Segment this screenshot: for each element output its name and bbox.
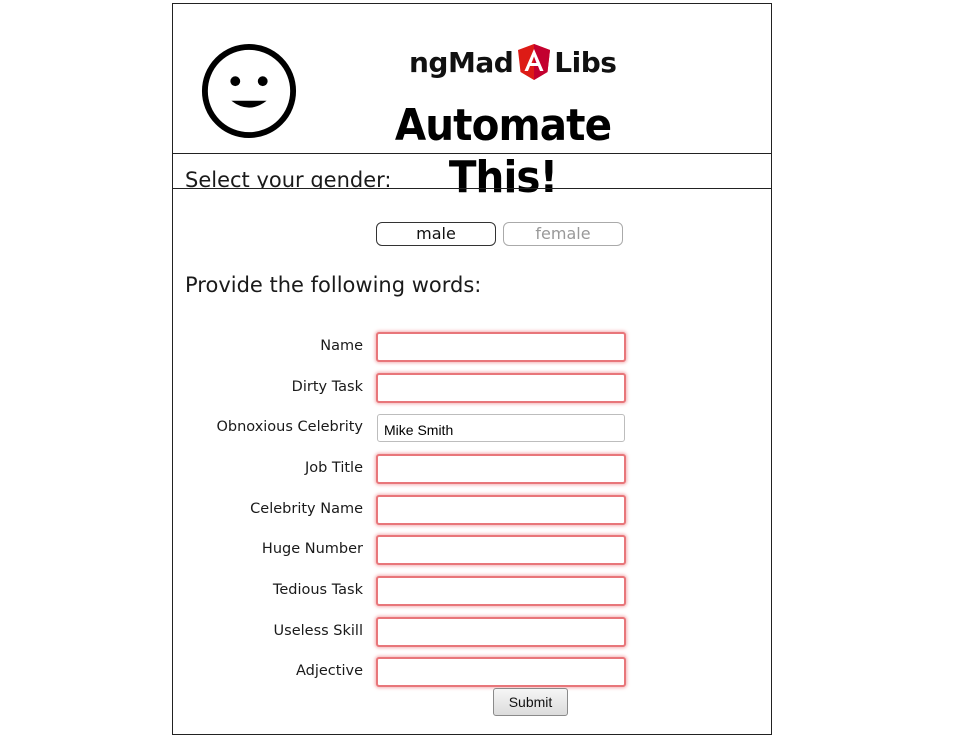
name-input[interactable]: [376, 332, 626, 362]
field-row-tedious-task: Tedious Task: [173, 576, 771, 606]
field-label-useless-skill: Useless Skill: [273, 623, 363, 639]
gender-title: Select your gender:: [185, 168, 392, 189]
field-label-dirty-task: Dirty Task: [291, 379, 363, 395]
field-label-adjective: Adjective: [295, 663, 363, 679]
celebrity-name-input[interactable]: [376, 495, 626, 525]
logo-text-right: Libs: [554, 45, 617, 79]
field-row-huge-number: Huge Number: [173, 535, 771, 565]
gender-male-button[interactable]: male: [376, 222, 496, 246]
header: ngMad Libs Automate This!: [173, 4, 771, 203]
field-row-obnoxious-celebrity: Obnoxious Celebrity: [173, 413, 771, 443]
adjective-input[interactable]: [376, 657, 626, 687]
job-title-input[interactable]: [376, 454, 626, 484]
obnoxious-celebrity-input[interactable]: [377, 414, 625, 442]
field-label-celebrity-name: Celebrity Name: [250, 501, 363, 517]
field-row-dirty-task: Dirty Task: [173, 373, 771, 403]
field-row-name: Name: [173, 332, 771, 362]
app-page: ngMad Libs Automate This! Select your ge…: [172, 3, 772, 735]
tedious-task-input[interactable]: [376, 576, 626, 606]
dirty-task-input[interactable]: [376, 373, 626, 403]
app-logo: ngMad Libs: [409, 42, 617, 82]
field-label-huge-number: Huge Number: [261, 541, 363, 557]
useless-skill-input[interactable]: [376, 617, 626, 647]
field-row-useless-skill: Useless Skill: [173, 617, 771, 647]
gender-toggle: male female: [376, 222, 623, 246]
smiley-face-icon: [201, 43, 297, 139]
logo-text-left: ngMad: [409, 45, 514, 79]
gender-section-header: Select your gender:: [173, 154, 771, 189]
field-label-job-title: Job Title: [304, 460, 363, 476]
field-row-adjective: Adjective: [173, 657, 771, 687]
gender-female-button[interactable]: female: [503, 222, 623, 246]
field-row-celebrity-name: Celebrity Name: [173, 495, 771, 525]
field-label-tedious-task: Tedious Task: [272, 582, 363, 598]
huge-number-input[interactable]: [376, 535, 626, 565]
angular-shield-icon: [518, 44, 551, 80]
field-label-name: Name: [320, 338, 363, 354]
submit-button[interactable]: Submit: [493, 688, 568, 716]
field-label-obnoxious-celebrity: Obnoxious Celebrity: [216, 419, 363, 435]
field-row-job-title: Job Title: [173, 454, 771, 484]
words-title: Provide the following words:: [185, 273, 482, 297]
